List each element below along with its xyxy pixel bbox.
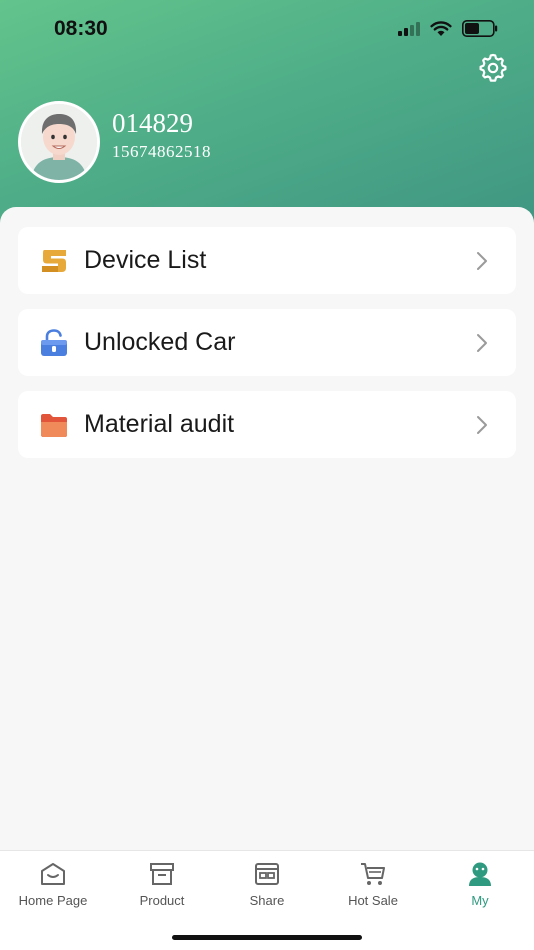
user-phone: 15674862518 <box>112 142 211 161</box>
home-indicator[interactable] <box>172 935 362 940</box>
share-icon <box>255 863 279 885</box>
tab-hot-sale[interactable]: Hot Sale <box>323 861 423 908</box>
signal-icon <box>398 21 420 36</box>
status-icons <box>398 20 498 37</box>
chevron-right-icon <box>477 416 487 434</box>
tab-label: My <box>471 893 489 908</box>
avatar-image <box>21 104 97 180</box>
tab-label: Share <box>249 893 285 908</box>
battery-icon <box>462 20 498 37</box>
tab-share[interactable]: Share <box>217 861 317 908</box>
menu-item-device-list[interactable]: Device List <box>18 227 516 294</box>
device-list-icon <box>42 250 66 272</box>
chevron-right-icon <box>477 252 487 270</box>
user-icon <box>469 862 491 886</box>
unlock-icon <box>41 329 67 356</box>
tab-home-page[interactable]: Home Page <box>3 861 103 908</box>
avatar[interactable] <box>18 101 100 183</box>
menu-item-label: Material audit <box>84 410 235 438</box>
gear-icon <box>479 53 507 82</box>
cart-icon <box>361 863 385 885</box>
tab-label: Home Page <box>18 893 88 908</box>
menu-item-label: Unlocked Car <box>84 328 236 356</box>
tab-product[interactable]: Product <box>112 861 212 908</box>
main-content <box>0 207 534 850</box>
menu-item-material-audit[interactable]: Material audit <box>18 391 516 458</box>
home-icon <box>41 863 65 885</box>
menu-item-unlocked-car[interactable]: Unlocked Car <box>18 309 516 376</box>
user-name: 014829 <box>112 108 193 138</box>
tab-label: Product <box>139 893 185 908</box>
folder-icon <box>41 414 67 437</box>
tab-my[interactable]: My <box>430 861 530 908</box>
product-icon <box>150 863 174 885</box>
tab-label: Hot Sale <box>348 893 398 908</box>
settings-button[interactable] <box>478 52 508 82</box>
chevron-right-icon <box>477 334 487 352</box>
menu-item-label: Device List <box>84 246 207 274</box>
wifi-icon <box>430 20 452 36</box>
status-bar: 08:30 <box>0 0 534 58</box>
status-time: 08:30 <box>54 17 108 40</box>
